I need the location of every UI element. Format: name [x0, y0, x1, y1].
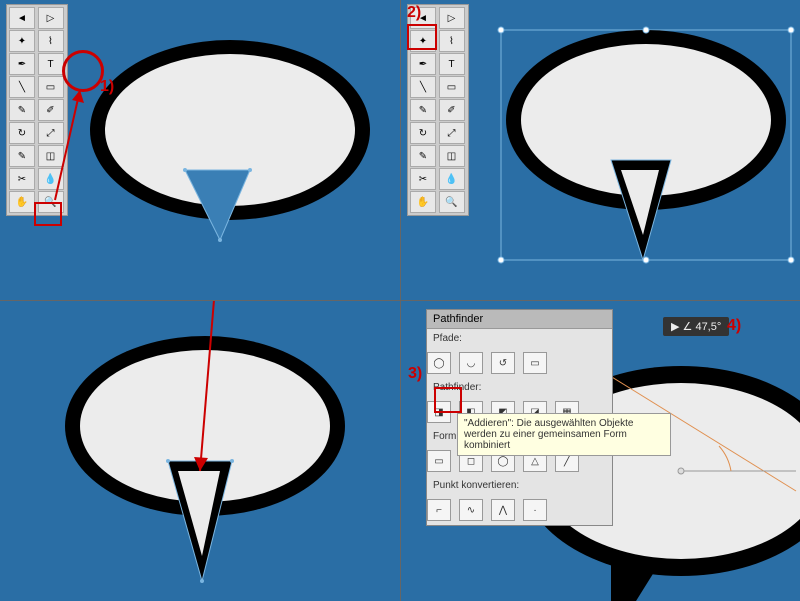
step-2-label: 2): [407, 4, 421, 22]
shape-rect-button[interactable]: ▭: [427, 450, 451, 472]
pen-tool-2[interactable]: ✒: [410, 53, 436, 75]
point-none-button[interactable]: ·: [523, 499, 547, 521]
path-open-button[interactable]: ◡: [459, 352, 483, 374]
paths-label: Pfade:: [427, 329, 612, 348]
hand-tool-2[interactable]: ✋: [410, 191, 436, 213]
scale-tool-2[interactable]: ⤢: [439, 122, 465, 144]
point-convert-label: Punkt konvertieren:: [427, 476, 612, 495]
line-tool-2[interactable]: ╲: [410, 76, 436, 98]
pencil-tool-2[interactable]: ✐: [439, 99, 465, 121]
eyedropper2-tool-2[interactable]: 💧: [439, 168, 465, 190]
eyedropper-tool-2[interactable]: ✎: [410, 145, 436, 167]
step-4-label: 4): [727, 317, 741, 335]
zoom-tool-2[interactable]: 🔍: [439, 191, 465, 213]
pathfinder-title: Pathfinder: [427, 310, 612, 329]
path-join-button[interactable]: ◯: [427, 352, 451, 374]
path-outline-button[interactable]: ▭: [523, 352, 547, 374]
angle-value: ∠ 47,5°: [683, 321, 722, 333]
step-1-label: 1): [100, 78, 114, 96]
lasso-tool-2[interactable]: ⌇: [439, 30, 465, 52]
point-smooth-button[interactable]: ∿: [459, 499, 483, 521]
brush-tool-2[interactable]: ✎: [410, 99, 436, 121]
path-reverse-button[interactable]: ↺: [491, 352, 515, 374]
angle-badge: ▶ ∠ 47,5°: [663, 317, 729, 336]
type-tool-2[interactable]: T: [439, 53, 465, 75]
rectangle-tool-2[interactable]: ▭: [439, 76, 465, 98]
pathfinder-add-tooltip: "Addieren": Die ausgewählten Objekte wer…: [457, 413, 671, 456]
selection-highlight: [407, 24, 437, 50]
direct-select-tool-2[interactable]: ▷: [439, 7, 465, 29]
step-3-label: 3): [408, 365, 422, 383]
scissors-tool-2[interactable]: ✂: [410, 168, 436, 190]
rotate-tool-2[interactable]: ↻: [410, 122, 436, 144]
pathfinder-add-highlight: [434, 387, 462, 413]
point-sym-button[interactable]: ⋀: [491, 499, 515, 521]
point-corner-button[interactable]: ⌐: [427, 499, 451, 521]
blend-tool-2[interactable]: ◫: [439, 145, 465, 167]
cursor-icon: ▶: [671, 321, 679, 333]
